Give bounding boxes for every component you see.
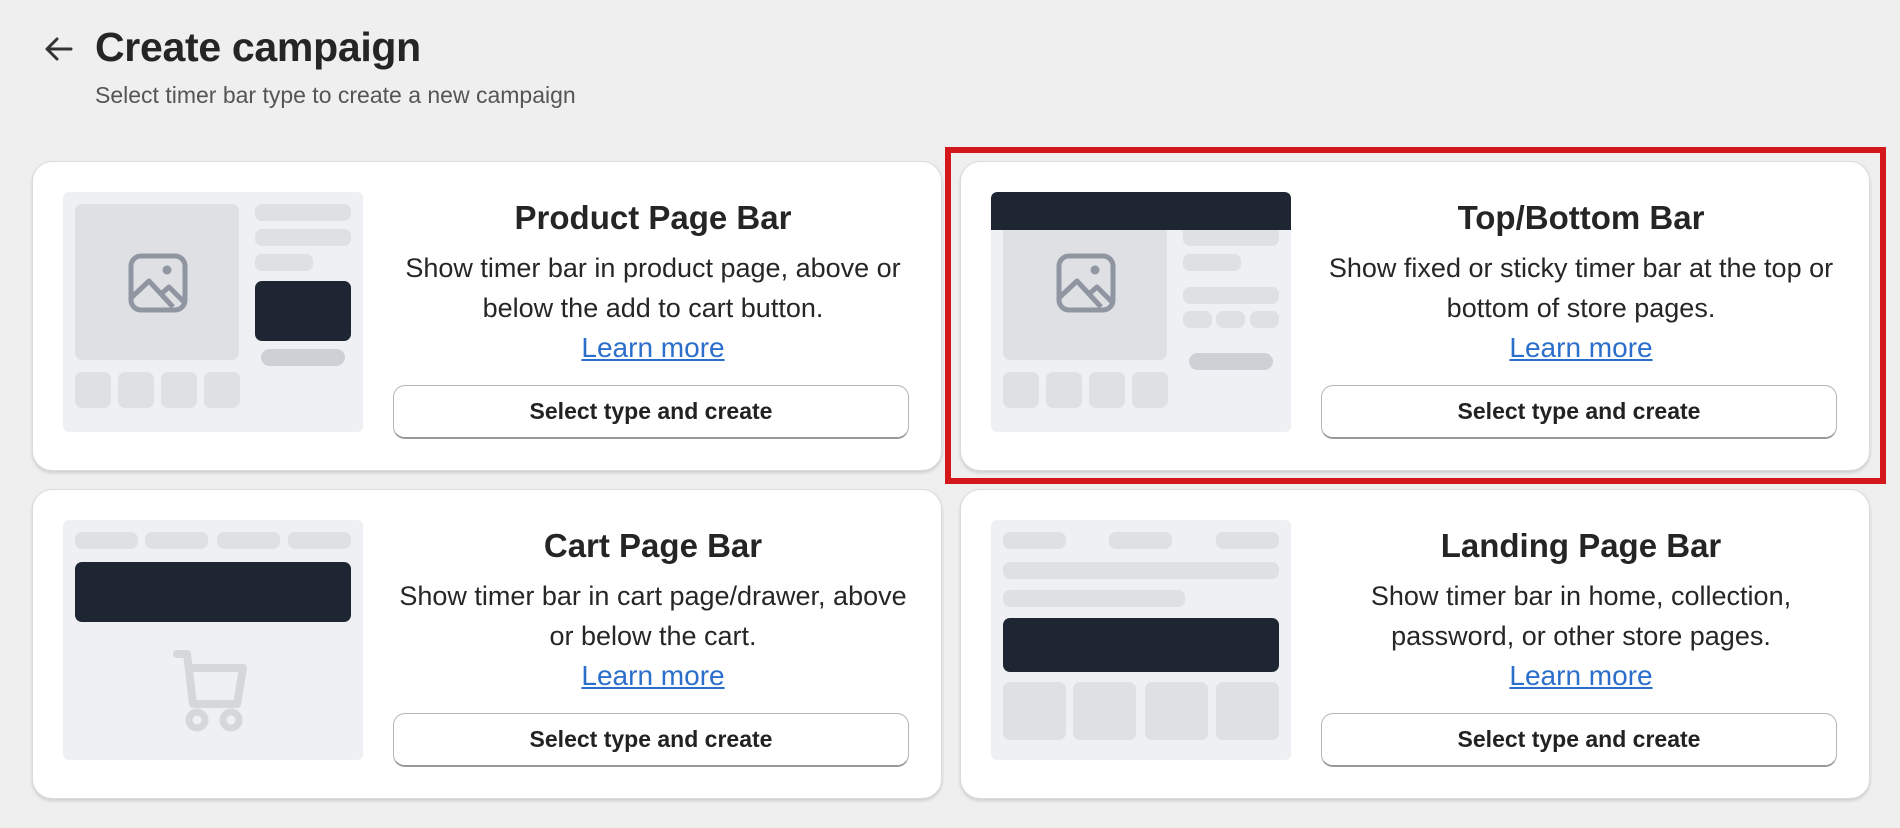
- card-content: Product Page Bar Show timer bar in produ…: [393, 192, 913, 368]
- preview-thumb: [161, 372, 197, 408]
- preview-nav-item: [1216, 532, 1279, 549]
- preview-chip: [1183, 311, 1212, 328]
- card-preview: [63, 192, 363, 432]
- preview-thumb: [204, 372, 240, 408]
- preview-button: [1189, 353, 1273, 370]
- preview-thumb: [1046, 372, 1082, 408]
- preview-thumb: [1089, 372, 1125, 408]
- preview-nav-item: [217, 532, 280, 549]
- preview-line: [1183, 254, 1241, 271]
- card-content: Top/Bottom Bar Show fixed or sticky time…: [1321, 192, 1841, 368]
- card-description: Show fixed or sticky timer bar at the to…: [1328, 253, 1834, 323]
- back-button[interactable]: [40, 30, 78, 68]
- cart-icon: [173, 650, 247, 732]
- preview-tile: [1073, 682, 1136, 740]
- preview-nav-item: [75, 532, 138, 549]
- preview-timer-bar: [255, 281, 351, 341]
- preview-line: [1003, 590, 1185, 607]
- card-title: Top/Bottom Bar: [1457, 199, 1705, 236]
- card-content: Cart Page Bar Show timer bar in cart pag…: [393, 520, 913, 696]
- preview-nav-item: [1109, 532, 1172, 549]
- preview-thumb: [1003, 372, 1039, 408]
- preview-top-bar: [991, 192, 1291, 230]
- card-title: Landing Page Bar: [1440, 527, 1722, 564]
- preview-thumb: [118, 372, 154, 408]
- preview-line: [255, 229, 351, 246]
- select-type-button[interactable]: Select type and create: [393, 385, 909, 439]
- card-title: Product Page Bar: [514, 199, 792, 236]
- preview-tile: [1003, 682, 1066, 740]
- preview-thumb: [75, 372, 111, 408]
- preview-line: [255, 204, 351, 221]
- card-preview: [63, 520, 363, 760]
- preview-tile: [1216, 682, 1279, 740]
- preview-chip: [1250, 311, 1279, 328]
- preview-nav-item: [145, 532, 208, 549]
- image-icon: [1056, 253, 1116, 313]
- preview-timer-bar: [75, 562, 351, 622]
- preview-line: [1183, 287, 1279, 304]
- card-description: Show timer bar in home, collection, pass…: [1370, 581, 1792, 651]
- campaign-card-product-page: Product Page Bar Show timer bar in produ…: [32, 161, 942, 471]
- card-preview: [991, 192, 1291, 432]
- preview-timer-bar: [1003, 618, 1279, 672]
- select-type-button[interactable]: Select type and create: [1321, 385, 1837, 439]
- card-description: Show timer bar in product page, above or…: [405, 253, 901, 323]
- preview-button: [261, 349, 345, 366]
- preview-line: [1183, 230, 1279, 246]
- preview-tile: [1145, 682, 1208, 740]
- image-icon: [128, 253, 188, 313]
- card-description: Show timer bar in cart page/drawer, abov…: [399, 581, 907, 651]
- preview-chip: [1216, 311, 1245, 328]
- learn-more-link[interactable]: Learn more: [581, 656, 724, 696]
- learn-more-link[interactable]: Learn more: [1509, 328, 1652, 368]
- card-content: Landing Page Bar Show timer bar in home,…: [1321, 520, 1841, 696]
- learn-more-link[interactable]: Learn more: [1509, 656, 1652, 696]
- campaign-card-cart-page: Cart Page Bar Show timer bar in cart pag…: [32, 489, 942, 799]
- select-type-button[interactable]: Select type and create: [1321, 713, 1837, 767]
- page-title: Create campaign: [95, 24, 421, 70]
- preview-line: [1003, 562, 1279, 579]
- learn-more-link[interactable]: Learn more: [581, 328, 724, 368]
- preview-thumb: [1132, 372, 1168, 408]
- card-preview: [991, 520, 1291, 760]
- preview-line: [255, 254, 313, 271]
- preview-nav-item: [1003, 532, 1066, 549]
- arrow-left-icon: [45, 37, 73, 61]
- campaign-card-landing-page: Landing Page Bar Show timer bar in home,…: [960, 489, 1870, 799]
- page-subtitle: Select timer bar type to create a new ca…: [95, 82, 576, 108]
- card-title: Cart Page Bar: [543, 527, 763, 564]
- preview-nav-item: [288, 532, 351, 549]
- select-type-button[interactable]: Select type and create: [393, 713, 909, 767]
- campaign-card-top-bottom: Top/Bottom Bar Show fixed or sticky time…: [960, 161, 1870, 471]
